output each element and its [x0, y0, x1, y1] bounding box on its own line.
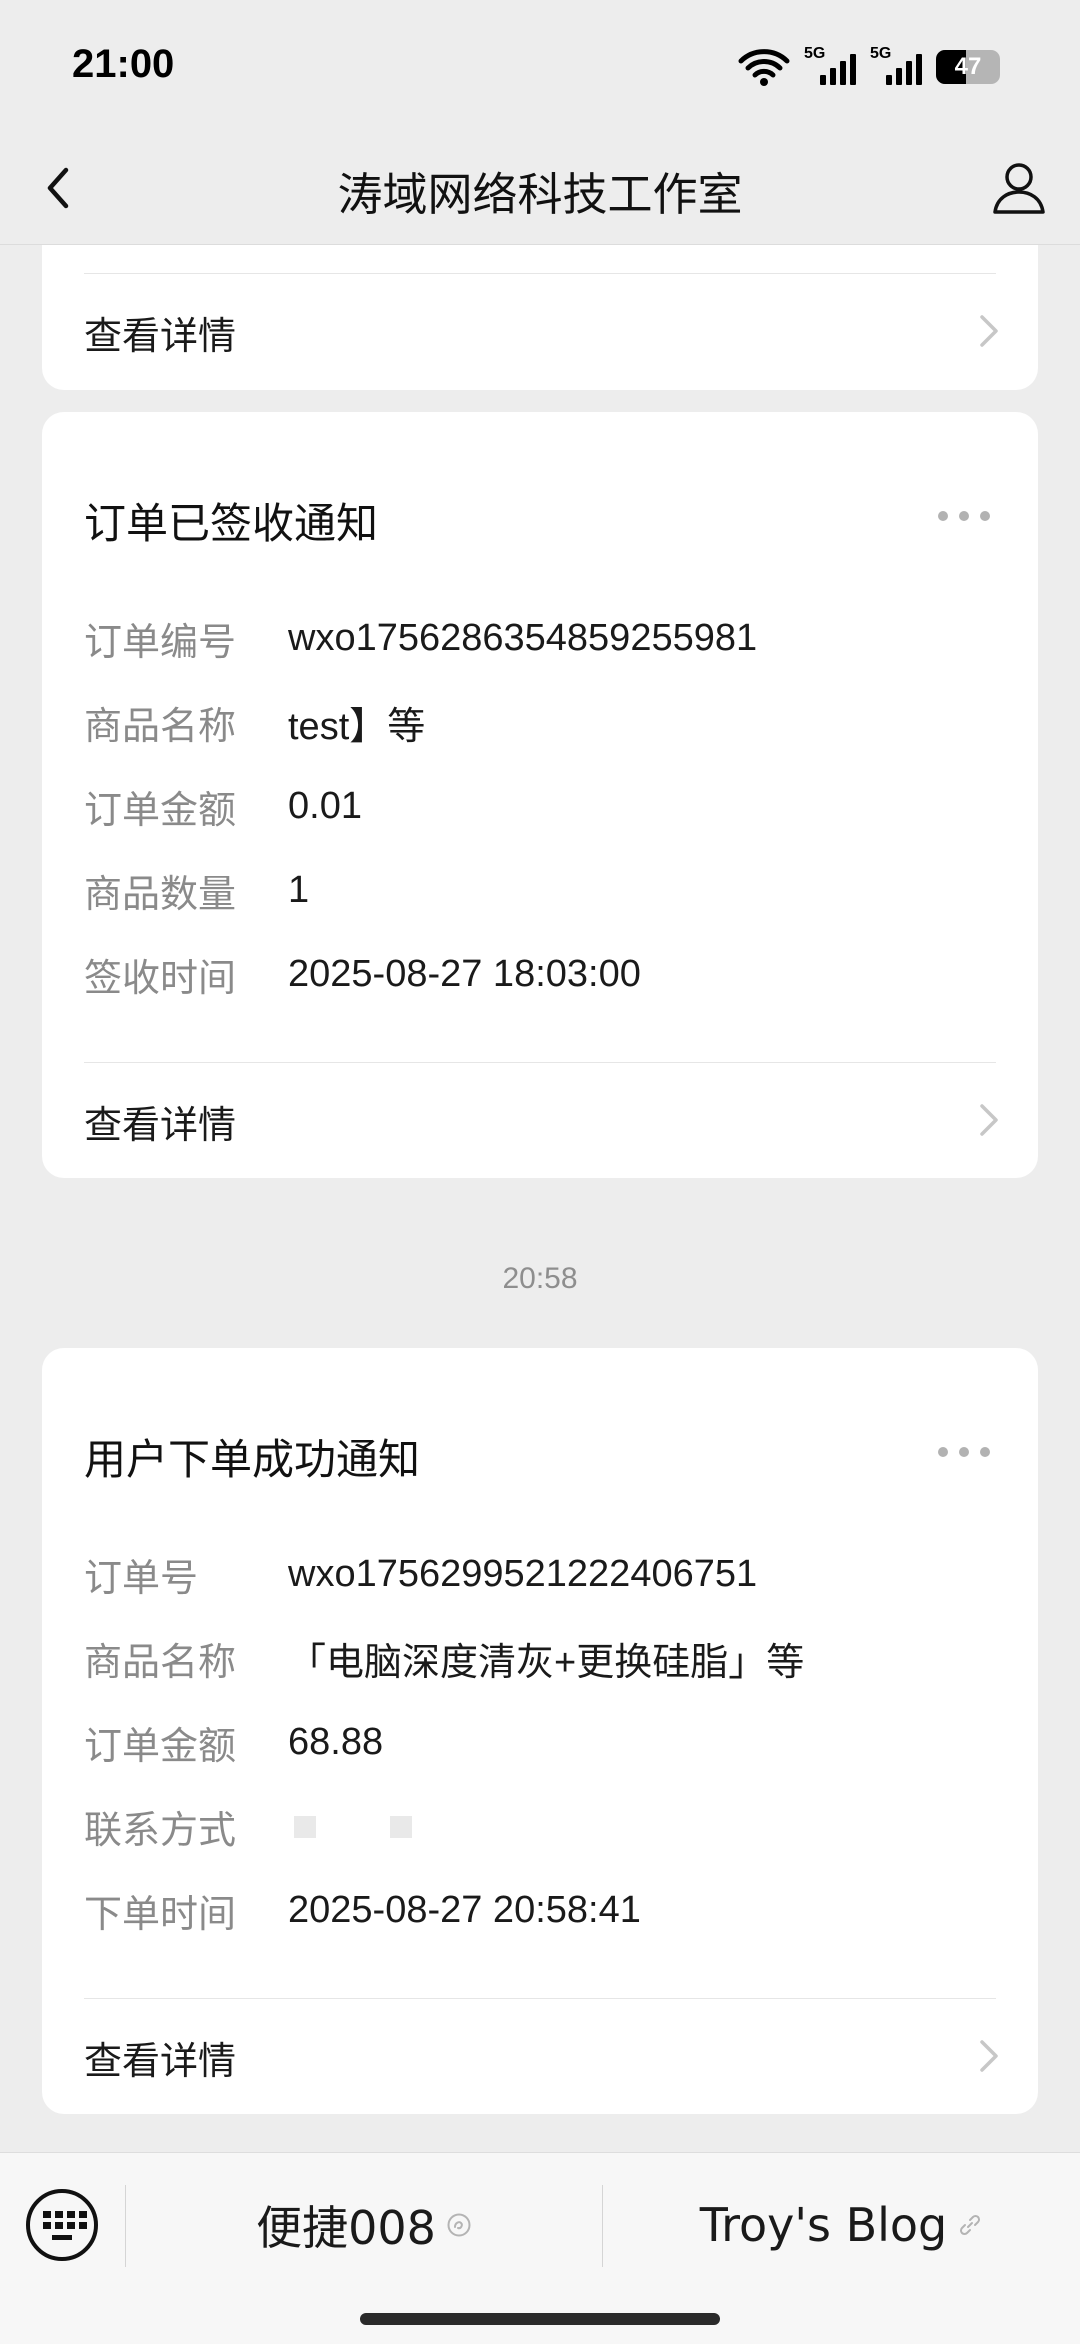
mini-program-icon [447, 2213, 471, 2237]
battery-percent: 47 [954, 53, 982, 80]
field-order-amount: 订单金额 68.88 [84, 1712, 383, 1772]
field-value: 「电脑深度清灰+更换硅脂」等 [288, 1641, 805, 1684]
field-value: 2025-08-27 18:03:00 [288, 952, 641, 995]
battery-icon: 47 [936, 50, 1000, 84]
field-signed-time: 签收时间 2025-08-27 18:03:00 [84, 944, 641, 1004]
chevron-right-icon [980, 2040, 998, 2072]
redacted-block [294, 1815, 316, 1838]
order-placed-card: 用户下单成功通知 订单号 wxo1756299521222406751 商品名称… [42, 1348, 1038, 2114]
field-label: 订单金额 [84, 1723, 237, 1768]
field-quantity: 商品数量 1 [84, 860, 309, 920]
field-value: wxo1756299521222406751 [288, 1552, 758, 1595]
status-icons: 5G 5G 47 [738, 45, 1000, 88]
status-bar: 21:00 5G 5G 47 [0, 0, 1080, 130]
field-label: 商品数量 [84, 871, 237, 916]
field-order-number: 订单编号 wxo1756286354859255981 [84, 608, 757, 668]
view-details-label: 查看详情 [84, 314, 237, 358]
field-value: wxo1756286354859255981 [288, 616, 758, 659]
link-icon [960, 2214, 981, 2236]
cellular-signal-icon-1: 5G [804, 45, 856, 87]
status-time: 21:00 [72, 42, 175, 86]
field-label: 订单金额 [84, 787, 237, 832]
field-contact: 联系方式 [84, 1796, 480, 1856]
message-timestamp: 20:58 [502, 1262, 578, 1295]
menu-item-mini-program[interactable]: 便捷008 [126, 2183, 602, 2267]
field-label: 签收时间 [84, 955, 237, 1000]
field-label: 商品名称 [84, 1639, 237, 1684]
menu-item-label: Troy's Blog [699, 2198, 948, 2252]
cellular-signal-icon-2: 5G [870, 45, 922, 87]
menu-item-blog-link[interactable]: Troy's Blog [603, 2183, 1080, 2267]
field-label: 订单号 [84, 1555, 199, 1600]
field-product-name: 商品名称 「电脑深度清灰+更换硅脂」等 [84, 1628, 804, 1688]
more-options-icon[interactable] [938, 510, 990, 522]
keyboard-icon[interactable] [26, 2189, 98, 2261]
view-details-row[interactable]: 查看详情 [42, 2000, 1038, 2110]
view-details-row[interactable]: 查看详情 [42, 275, 1038, 385]
view-details-label: 查看详情 [84, 2039, 237, 2083]
order-signed-card: 订单已签收通知 订单编号 wxo1756286354859255981 商品名称… [42, 412, 1038, 1178]
field-value: 2025-08-27 20:58:41 [288, 1888, 641, 1931]
wifi-icon [738, 49, 790, 86]
field-label: 订单编号 [84, 619, 237, 664]
chevron-right-icon [980, 1104, 998, 1136]
field-order-number: 订单号 wxo1756299521222406751 [84, 1544, 757, 1604]
view-details-row[interactable]: 查看详情 [42, 1064, 1038, 1174]
nav-bar: 涛域网络科技工作室 [0, 130, 1080, 245]
chevron-right-icon [980, 315, 998, 347]
field-label: 商品名称 [84, 703, 237, 748]
page-title: 涛域网络科技工作室 [337, 168, 743, 221]
redacted-block [390, 1815, 412, 1838]
field-value: 0.01 [288, 784, 362, 827]
field-product-name: 商品名称 test】等 [84, 692, 425, 752]
card-title: 用户下单成功通知 [84, 1435, 421, 1484]
field-value: test】等 [288, 705, 426, 748]
menu-item-label: 便捷008 [256, 2201, 436, 2255]
field-value: 68.88 [288, 1720, 384, 1763]
masked-contact-value [288, 1805, 480, 1848]
field-label: 下单时间 [84, 1891, 237, 1936]
divider [84, 1062, 996, 1063]
divider [84, 1998, 996, 1999]
divider [84, 273, 996, 274]
field-order-amount: 订单金额 0.01 [84, 776, 362, 836]
card-title: 订单已签收通知 [84, 499, 379, 548]
view-details-label: 查看详情 [84, 1103, 237, 1147]
field-order-time: 下单时间 2025-08-27 20:58:41 [84, 1880, 641, 1940]
field-value: 1 [288, 868, 310, 911]
field-label: 联系方式 [84, 1807, 237, 1852]
more-options-icon[interactable] [938, 1446, 990, 1458]
partial-notification-card: 查看详情 [42, 245, 1038, 390]
home-indicator[interactable] [360, 2313, 720, 2325]
user-profile-icon[interactable] [988, 156, 1050, 218]
